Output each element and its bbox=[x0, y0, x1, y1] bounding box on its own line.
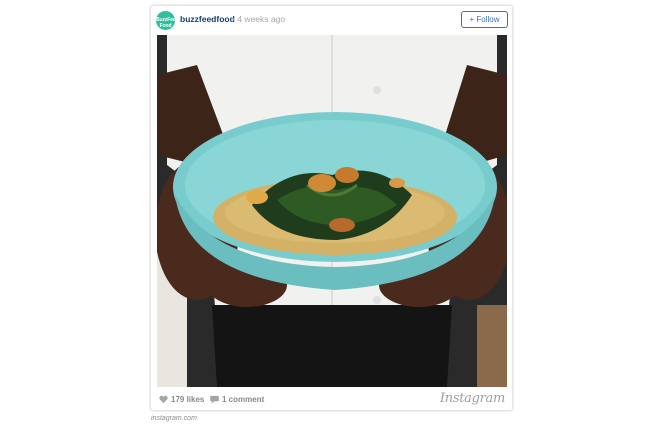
follow-button[interactable]: + Follow bbox=[461, 11, 508, 28]
comments-count[interactable]: 1 comment bbox=[222, 395, 264, 404]
likes-count[interactable]: 179 likes bbox=[171, 395, 204, 404]
instagram-embed-card: BuzzFeed Food buzzfeedfood • 4 weeks ago… bbox=[150, 5, 513, 411]
food-photo-illustration bbox=[157, 35, 507, 387]
post-header: BuzzFeed Food buzzfeedfood • 4 weeks ago… bbox=[151, 6, 512, 34]
post-photo[interactable] bbox=[157, 35, 507, 387]
avatar[interactable]: BuzzFeed Food bbox=[156, 11, 175, 30]
comment-icon[interactable] bbox=[210, 395, 219, 404]
heart-icon[interactable] bbox=[159, 395, 168, 404]
source-caption: instagram.com bbox=[151, 415, 197, 422]
post-footer: 179 likes 1 comment Instagram bbox=[151, 390, 512, 410]
instagram-logo[interactable]: Instagram bbox=[440, 391, 505, 406]
avatar-logo-text: BuzzFeed Food bbox=[156, 17, 175, 29]
post-timestamp: • 4 weeks ago bbox=[232, 14, 286, 24]
username-link[interactable]: buzzfeedfood bbox=[180, 14, 235, 24]
